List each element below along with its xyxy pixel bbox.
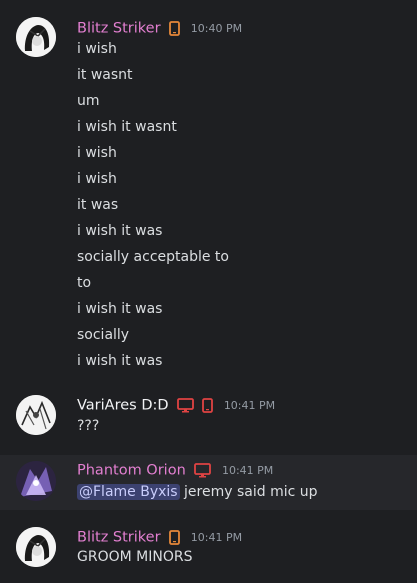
- mobile-phone-icon: [168, 530, 180, 545]
- message-text: um: [77, 93, 100, 109]
- message-text: it was: [77, 197, 119, 213]
- message-text: i wish it was: [77, 353, 163, 369]
- message-text: socially acceptable to: [77, 249, 229, 265]
- username[interactable]: Phantom Orion: [77, 463, 186, 479]
- message-text-body: jeremy said mic up: [179, 484, 318, 500]
- message-text: GROOM MINORS: [77, 549, 193, 565]
- mobile-phone-icon: [168, 21, 180, 36]
- message-text: i wish: [77, 41, 117, 57]
- timestamp: 10:41 PM: [221, 464, 274, 477]
- message-text: ???: [77, 418, 100, 434]
- mobile-phone-icon: [201, 398, 213, 413]
- message-group: Phantom Orion 10:41 PM @Flame Byxis jere…: [0, 455, 417, 510]
- chat-message-list: Blitz Striker 10:40 PM i wish it wasnt u…: [0, 0, 417, 583]
- message-group: VariAres D:D 10:41 PM ???: [0, 385, 417, 445]
- message-group: Blitz Striker 10:41 PM GROOM MINORS: [0, 517, 417, 577]
- avatar[interactable]: [16, 461, 56, 501]
- message-text: @Flame Byxis jeremy said mic up: [77, 482, 318, 502]
- username[interactable]: VariAres D:D: [77, 398, 169, 414]
- message-text: i wish: [77, 171, 117, 187]
- message-text: socially: [77, 327, 130, 343]
- message-text: i wish it was: [77, 301, 163, 317]
- message-text: to: [77, 275, 92, 291]
- username[interactable]: Blitz Striker: [77, 530, 161, 546]
- avatar[interactable]: [16, 395, 56, 435]
- username[interactable]: Blitz Striker: [77, 21, 161, 37]
- desktop-icon: [193, 463, 211, 478]
- message-text: it wasnt: [77, 67, 133, 83]
- message-group: Blitz Striker 10:40 PM i wish it wasnt u…: [0, 0, 417, 380]
- user-mention[interactable]: @Flame Byxis: [77, 484, 180, 500]
- timestamp: 10:41 PM: [190, 531, 243, 544]
- message-text: i wish it was: [77, 223, 163, 239]
- desktop-icon: [176, 398, 194, 413]
- avatar[interactable]: [16, 17, 56, 57]
- timestamp: 10:40 PM: [190, 22, 243, 35]
- message-text: i wish it wasnt: [77, 119, 177, 135]
- message-text: i wish: [77, 145, 117, 161]
- avatar[interactable]: [16, 527, 56, 567]
- timestamp: 10:41 PM: [223, 399, 276, 412]
